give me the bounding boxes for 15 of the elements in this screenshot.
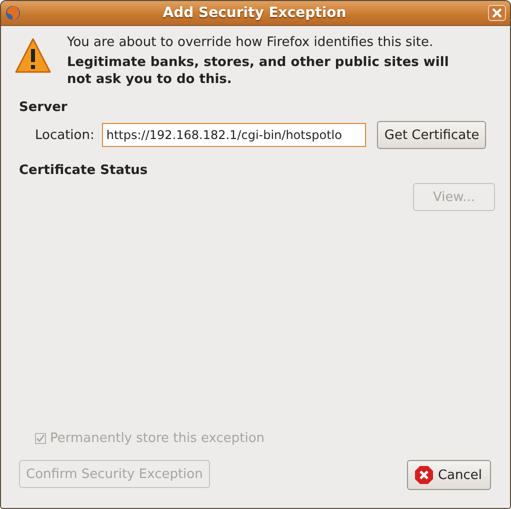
cancel-icon bbox=[414, 465, 434, 485]
get-certificate-button[interactable]: Get Certificate bbox=[377, 121, 486, 149]
window-title: Add Security Exception bbox=[162, 5, 348, 21]
close-button[interactable] bbox=[488, 5, 506, 21]
warning-emphasis: Legitimate banks, stores, and other public sites will not ask you to do this. bbox=[67, 54, 450, 88]
close-icon bbox=[492, 8, 502, 18]
location-field[interactable]: https://192.168.182.1/cgi-bin/hotspotlo bbox=[102, 123, 366, 147]
location-label: Location: bbox=[35, 128, 94, 142]
warning-icon bbox=[15, 37, 51, 75]
certificate-status-heading: Certificate Status bbox=[19, 163, 149, 178]
cancel-button[interactable]: Cancel bbox=[406, 460, 491, 490]
warning-message: You are about to override how Firefox identifies this site. bbox=[67, 34, 434, 52]
globe-icon bbox=[5, 5, 21, 21]
server-heading: Server bbox=[19, 100, 68, 115]
checkbox-label: Permanently store this exception bbox=[50, 431, 265, 446]
